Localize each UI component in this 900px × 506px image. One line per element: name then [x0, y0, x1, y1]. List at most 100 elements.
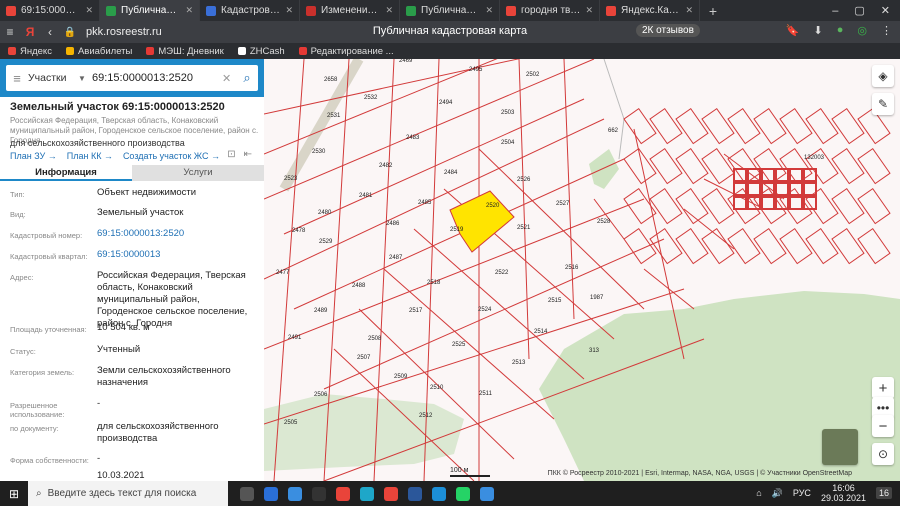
- tab-services[interactable]: Услуги: [132, 165, 264, 181]
- close-tab-icon[interactable]: ✕: [685, 5, 693, 16]
- parcel-actions: ⊡ ⇤: [227, 149, 252, 160]
- small-parcel: [857, 187, 891, 225]
- field-label: Форма собственности:: [10, 456, 89, 465]
- category-select[interactable]: Участки: [28, 72, 78, 84]
- browser-tab[interactable]: Изменение данных в ✕: [300, 0, 400, 21]
- close-icon[interactable]: ✕: [881, 4, 890, 17]
- parcel-label: 2523: [284, 176, 298, 182]
- close-tab-icon[interactable]: ✕: [485, 5, 493, 16]
- share-icon[interactable]: ⇤: [244, 149, 252, 160]
- field-value: Земельный участок: [97, 207, 184, 218]
- bookmark-aviabilety[interactable]: Авиабилеты: [65, 46, 132, 57]
- yandex-browser-icon[interactable]: [336, 486, 350, 501]
- browser-tab[interactable]: 69:15:0000013:2520 — ✕: [0, 0, 100, 21]
- parcel-label: 2517: [409, 308, 423, 314]
- volume-icon[interactable]: 🔊: [772, 488, 783, 499]
- parcel-label: 2658: [324, 77, 338, 83]
- zoom-to-icon[interactable]: ⊡: [227, 149, 235, 160]
- plan-kk-link[interactable]: План КК →: [67, 151, 113, 161]
- tab-information[interactable]: Информация: [0, 165, 132, 181]
- bookmark-yandex[interactable]: Яндекс: [8, 46, 52, 57]
- layers-button[interactable]: ◈: [872, 65, 894, 87]
- tab-favicon-icon: [506, 5, 516, 16]
- clock[interactable]: 16:06 29.03.2021: [821, 483, 866, 503]
- gallery-icon[interactable]: [480, 486, 494, 501]
- chevron-down-icon[interactable]: ▼: [78, 74, 92, 83]
- close-tab-icon[interactable]: ✕: [85, 5, 93, 16]
- browser-tab[interactable]: Яндекс.Карты ✕: [600, 0, 700, 21]
- cadastral-map[interactable]: 2469 2658 2495 2502 2532 2494 2503 2531 2483 2504…: [264, 59, 900, 481]
- small-parcel: [727, 227, 761, 265]
- yandex-logo-icon[interactable]: Я: [20, 25, 40, 39]
- new-tab-button[interactable]: +: [700, 0, 726, 21]
- create-parcel-link[interactable]: Создать участок ЖС →: [123, 151, 220, 161]
- measure-button[interactable]: ✎: [872, 93, 894, 115]
- bookmark-zhcash[interactable]: ZHCash: [237, 46, 285, 57]
- notifications-badge[interactable]: 16: [875, 487, 892, 499]
- bookmarks-bar: Яндекс Авиабилеты МЭШ: Дневник ZHCash Ре…: [0, 43, 900, 59]
- parcel-label: 2511: [479, 391, 493, 397]
- parcel-label: 2525: [452, 342, 466, 348]
- close-tab-icon[interactable]: ✕: [585, 5, 593, 16]
- window-controls: – ▢ ✕: [832, 0, 900, 21]
- clear-icon[interactable]: ✕: [222, 72, 236, 85]
- browser-tab[interactable]: Кадастровый квартал ✕: [200, 0, 300, 21]
- terminal-icon[interactable]: [312, 486, 326, 501]
- basemap-thumbnail[interactable]: [822, 429, 858, 465]
- small-parcel: [779, 227, 813, 265]
- map-canvas[interactable]: 2469 2658 2495 2502 2532 2494 2503 2531 2483 2504…: [264, 59, 900, 481]
- edge-icon[interactable]: [360, 486, 374, 501]
- bookmark-mesh[interactable]: МЭШ: Дневник: [146, 46, 224, 57]
- field-row: Площадь уточненная: 10 504 кв. м: [0, 322, 264, 344]
- zoom-out-button[interactable]: −: [872, 415, 894, 437]
- more-icon[interactable]: ⋮: [881, 24, 892, 37]
- parcel-purpose: для сельскохозяйственного производства: [10, 138, 185, 148]
- extension-icon[interactable]: ●: [837, 24, 844, 37]
- tab-favicon-icon: [206, 5, 216, 16]
- minimize-icon[interactable]: –: [832, 5, 838, 17]
- browser-tab[interactable]: Публичная кадастро ✕: [400, 0, 500, 21]
- zoom-in-button[interactable]: +: [872, 377, 894, 399]
- back-icon[interactable]: ‹: [40, 25, 60, 39]
- download-icon[interactable]: ⬇: [814, 24, 823, 37]
- windows-start-icon[interactable]: ⊞: [0, 487, 28, 501]
- url-field[interactable]: pkk.rosreestr.ru: [86, 26, 162, 38]
- bookmark-edit[interactable]: Редактирование ...: [298, 46, 394, 57]
- task-view-icon[interactable]: [240, 486, 254, 501]
- network-icon[interactable]: ⌂: [756, 488, 761, 498]
- close-tab-icon[interactable]: ✕: [185, 5, 193, 16]
- dropbox-icon[interactable]: [264, 486, 278, 501]
- field-value[interactable]: 69:15:0000013: [97, 249, 258, 270]
- extension-icon-2[interactable]: ◎: [857, 24, 867, 37]
- menu-icon[interactable]: ≡: [6, 71, 28, 86]
- parcel-label: 2528: [597, 219, 611, 225]
- field-row: 10.03.2021: [0, 470, 264, 481]
- taskbar-search[interactable]: ⌕ Введите здесь текст для поиска: [28, 481, 228, 506]
- location-button[interactable]: ⊙: [872, 443, 894, 465]
- mail-icon[interactable]: [288, 486, 302, 501]
- menu-icon[interactable]: ≡: [0, 25, 20, 39]
- bookmark-icon[interactable]: 🔖: [786, 24, 800, 37]
- field-value[interactable]: 69:15:0000013:2520: [97, 228, 258, 249]
- search-input[interactable]: 69:15:0000013:2520: [92, 72, 222, 84]
- clock-date: 29.03.2021: [820, 493, 866, 503]
- app-icon[interactable]: [432, 486, 446, 501]
- field-label: Статус:: [10, 347, 36, 356]
- plan-zu-link[interactable]: План ЗУ →: [10, 151, 57, 161]
- maximize-icon[interactable]: ▢: [854, 4, 864, 17]
- yandex-icon[interactable]: [384, 486, 398, 501]
- language-indicator[interactable]: РУС: [793, 488, 811, 498]
- whatsapp-icon[interactable]: [456, 486, 470, 501]
- word-icon[interactable]: [408, 486, 422, 501]
- browser-tab[interactable]: Публичная кадастро ✕: [100, 0, 200, 21]
- reviews-badge[interactable]: 2К отзывов: [636, 24, 700, 37]
- small-parcel: [857, 147, 891, 185]
- close-tab-icon[interactable]: ✕: [385, 5, 393, 16]
- search-icon[interactable]: ⌕: [236, 70, 258, 86]
- small-parcel: [649, 147, 683, 185]
- browser-tab[interactable]: городня тверская обл ✕: [500, 0, 600, 21]
- parcel-label: 2485: [418, 200, 432, 206]
- parcel-label: 2518: [427, 280, 441, 286]
- close-tab-icon[interactable]: ✕: [285, 5, 293, 16]
- taskbar-search-input[interactable]: Введите здесь текст для поиска: [48, 488, 197, 499]
